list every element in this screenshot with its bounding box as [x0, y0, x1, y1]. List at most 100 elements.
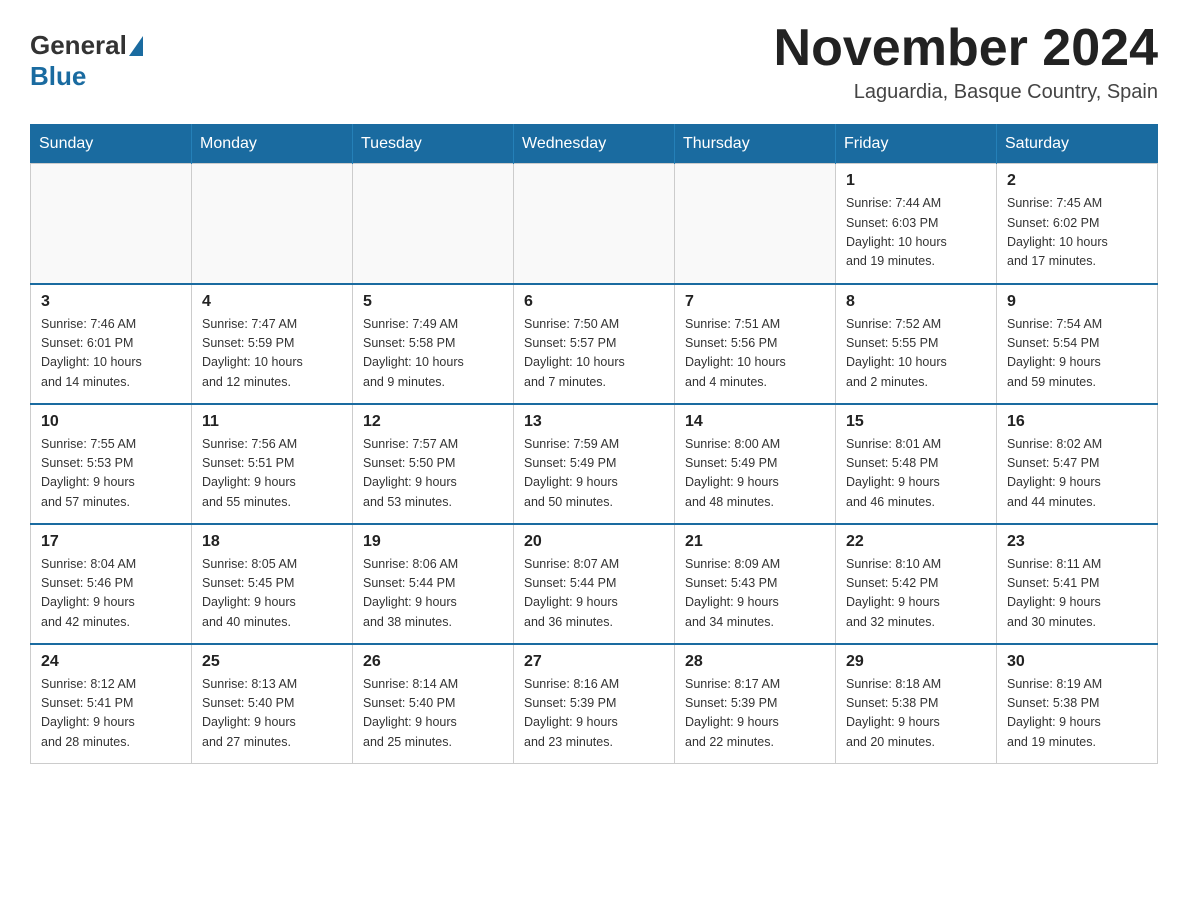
sun-info: Sunrise: 8:13 AMSunset: 5:40 PMDaylight:… — [202, 675, 342, 753]
sun-info: Sunrise: 8:10 AMSunset: 5:42 PMDaylight:… — [846, 555, 986, 633]
calendar-cell: 8 Sunrise: 7:52 AMSunset: 5:55 PMDaylight… — [836, 284, 997, 404]
calendar-cell — [514, 164, 675, 284]
sun-info: Sunrise: 7:45 AMSunset: 6:02 PMDaylight:… — [1007, 194, 1147, 272]
day-header-saturday: Saturday — [997, 125, 1158, 164]
day-number: 19 — [363, 533, 503, 551]
day-header-thursday: Thursday — [675, 125, 836, 164]
calendar-cell: 26 Sunrise: 8:14 AMSunset: 5:40 PMDayligh… — [353, 644, 514, 764]
calendar-week-5: 24Sunrise: 8:12 AMSunset: 5:41 PMDayligh… — [31, 644, 1158, 764]
day-number: 1 — [846, 172, 986, 190]
calendar-cell: 17Sunrise: 8:04 AMSunset: 5:46 PMDayligh… — [31, 524, 192, 644]
sun-info: Sunrise: 8:06 AMSunset: 5:44 PMDaylight:… — [363, 555, 503, 633]
day-number: 26 — [363, 653, 503, 671]
location-subtitle: Laguardia, Basque Country, Spain — [774, 81, 1158, 104]
sun-info: Sunrise: 7:46 AMSunset: 6:01 PMDaylight:… — [41, 315, 181, 393]
day-number: 13 — [524, 413, 664, 431]
logo-blue-text: Blue — [30, 61, 86, 92]
calendar-cell: 6 Sunrise: 7:50 AMSunset: 5:57 PMDaylight… — [514, 284, 675, 404]
day-number: 20 — [524, 533, 664, 551]
day-number: 25 — [202, 653, 342, 671]
sun-info: Sunrise: 8:05 AMSunset: 5:45 PMDaylight:… — [202, 555, 342, 633]
sun-info: Sunrise: 8:02 AMSunset: 5:47 PMDaylight:… — [1007, 435, 1147, 513]
day-number: 16 — [1007, 413, 1147, 431]
day-number: 11 — [202, 413, 342, 431]
calendar-week-2: 3 Sunrise: 7:46 AMSunset: 6:01 PMDaylight… — [31, 284, 1158, 404]
day-number: 28 — [685, 653, 825, 671]
calendar-body: 1 Sunrise: 7:44 AMSunset: 6:03 PMDaylight… — [31, 164, 1158, 764]
day-number: 8 — [846, 293, 986, 311]
day-number: 6 — [524, 293, 664, 311]
calendar-week-4: 17Sunrise: 8:04 AMSunset: 5:46 PMDayligh… — [31, 524, 1158, 644]
day-header-monday: Monday — [192, 125, 353, 164]
sun-info: Sunrise: 7:49 AMSunset: 5:58 PMDaylight:… — [363, 315, 503, 393]
day-number: 17 — [41, 533, 181, 551]
sun-info: Sunrise: 7:51 AMSunset: 5:56 PMDaylight:… — [685, 315, 825, 393]
calendar-cell — [353, 164, 514, 284]
day-number: 9 — [1007, 293, 1147, 311]
calendar-cell — [31, 164, 192, 284]
sun-info: Sunrise: 8:09 AMSunset: 5:43 PMDaylight:… — [685, 555, 825, 633]
day-number: 7 — [685, 293, 825, 311]
sun-info: Sunrise: 7:54 AMSunset: 5:54 PMDaylight:… — [1007, 315, 1147, 393]
day-number: 21 — [685, 533, 825, 551]
logo-general-text: General — [30, 30, 127, 61]
sun-info: Sunrise: 7:56 AMSunset: 5:51 PMDaylight:… — [202, 435, 342, 513]
sun-info: Sunrise: 8:11 AMSunset: 5:41 PMDaylight:… — [1007, 555, 1147, 633]
day-number: 24 — [41, 653, 181, 671]
day-number: 14 — [685, 413, 825, 431]
calendar-cell: 25 Sunrise: 8:13 AMSunset: 5:40 PMDayligh… — [192, 644, 353, 764]
calendar-cell: 15Sunrise: 8:01 AMSunset: 5:48 PMDayligh… — [836, 404, 997, 524]
day-number: 30 — [1007, 653, 1147, 671]
calendar-cell: 23 Sunrise: 8:11 AMSunset: 5:41 PMDayligh… — [997, 524, 1158, 644]
calendar-cell: 16 Sunrise: 8:02 AMSunset: 5:47 PMDayligh… — [997, 404, 1158, 524]
calendar-cell: 5 Sunrise: 7:49 AMSunset: 5:58 PMDaylight… — [353, 284, 514, 404]
calendar-cell: 14 Sunrise: 8:00 AMSunset: 5:49 PMDayligh… — [675, 404, 836, 524]
calendar-cell: 11 Sunrise: 7:56 AMSunset: 5:51 PMDayligh… — [192, 404, 353, 524]
sun-info: Sunrise: 7:57 AMSunset: 5:50 PMDaylight:… — [363, 435, 503, 513]
sun-info: Sunrise: 7:50 AMSunset: 5:57 PMDaylight:… — [524, 315, 664, 393]
day-number: 22 — [846, 533, 986, 551]
sun-info: Sunrise: 8:16 AMSunset: 5:39 PMDaylight:… — [524, 675, 664, 753]
logo: General Blue — [30, 30, 145, 92]
calendar-cell: 1 Sunrise: 7:44 AMSunset: 6:03 PMDaylight… — [836, 164, 997, 284]
calendar-cell: 13 Sunrise: 7:59 AMSunset: 5:49 PMDayligh… — [514, 404, 675, 524]
calendar-cell: 10 Sunrise: 7:55 AMSunset: 5:53 PMDayligh… — [31, 404, 192, 524]
day-number: 29 — [846, 653, 986, 671]
sun-info: Sunrise: 7:55 AMSunset: 5:53 PMDaylight:… — [41, 435, 181, 513]
sun-info: Sunrise: 7:59 AMSunset: 5:49 PMDaylight:… — [524, 435, 664, 513]
sun-info: Sunrise: 8:17 AMSunset: 5:39 PMDaylight:… — [685, 675, 825, 753]
day-number: 27 — [524, 653, 664, 671]
day-header-sunday: Sunday — [31, 125, 192, 164]
calendar-cell: 18 Sunrise: 8:05 AMSunset: 5:45 PMDayligh… — [192, 524, 353, 644]
title-section: November 2024 Laguardia, Basque Country,… — [774, 20, 1158, 104]
calendar-cell: 2Sunrise: 7:45 AMSunset: 6:02 PMDaylight… — [997, 164, 1158, 284]
calendar-cell: 3 Sunrise: 7:46 AMSunset: 6:01 PMDaylight… — [31, 284, 192, 404]
day-number: 5 — [363, 293, 503, 311]
sun-info: Sunrise: 8:18 AMSunset: 5:38 PMDaylight:… — [846, 675, 986, 753]
logo-triangle-icon — [129, 36, 143, 56]
day-number: 23 — [1007, 533, 1147, 551]
calendar-table: SundayMondayTuesdayWednesdayThursdayFrid… — [30, 124, 1158, 764]
calendar-cell: 19 Sunrise: 8:06 AMSunset: 5:44 PMDayligh… — [353, 524, 514, 644]
month-title: November 2024 — [774, 20, 1158, 77]
day-header-friday: Friday — [836, 125, 997, 164]
calendar-cell: 4Sunrise: 7:47 AMSunset: 5:59 PMDaylight… — [192, 284, 353, 404]
calendar-cell: 27 Sunrise: 8:16 AMSunset: 5:39 PMDayligh… — [514, 644, 675, 764]
sun-info: Sunrise: 8:19 AMSunset: 5:38 PMDaylight:… — [1007, 675, 1147, 753]
calendar-week-3: 10 Sunrise: 7:55 AMSunset: 5:53 PMDayligh… — [31, 404, 1158, 524]
day-number: 3 — [41, 293, 181, 311]
day-number: 10 — [41, 413, 181, 431]
calendar-cell: 20Sunrise: 8:07 AMSunset: 5:44 PMDayligh… — [514, 524, 675, 644]
page-header: General Blue November 2024 Laguardia, Ba… — [30, 20, 1158, 104]
calendar-week-1: 1 Sunrise: 7:44 AMSunset: 6:03 PMDaylight… — [31, 164, 1158, 284]
calendar-cell: 29 Sunrise: 8:18 AMSunset: 5:38 PMDayligh… — [836, 644, 997, 764]
calendar-cell — [675, 164, 836, 284]
sun-info: Sunrise: 7:47 AMSunset: 5:59 PMDaylight:… — [202, 315, 342, 393]
sun-info: Sunrise: 7:44 AMSunset: 6:03 PMDaylight:… — [846, 194, 986, 272]
sun-info: Sunrise: 8:00 AMSunset: 5:49 PMDaylight:… — [685, 435, 825, 513]
calendar-cell: 22 Sunrise: 8:10 AMSunset: 5:42 PMDayligh… — [836, 524, 997, 644]
sun-info: Sunrise: 7:52 AMSunset: 5:55 PMDaylight:… — [846, 315, 986, 393]
day-number: 18 — [202, 533, 342, 551]
calendar-cell — [192, 164, 353, 284]
sun-info: Sunrise: 8:14 AMSunset: 5:40 PMDaylight:… — [363, 675, 503, 753]
